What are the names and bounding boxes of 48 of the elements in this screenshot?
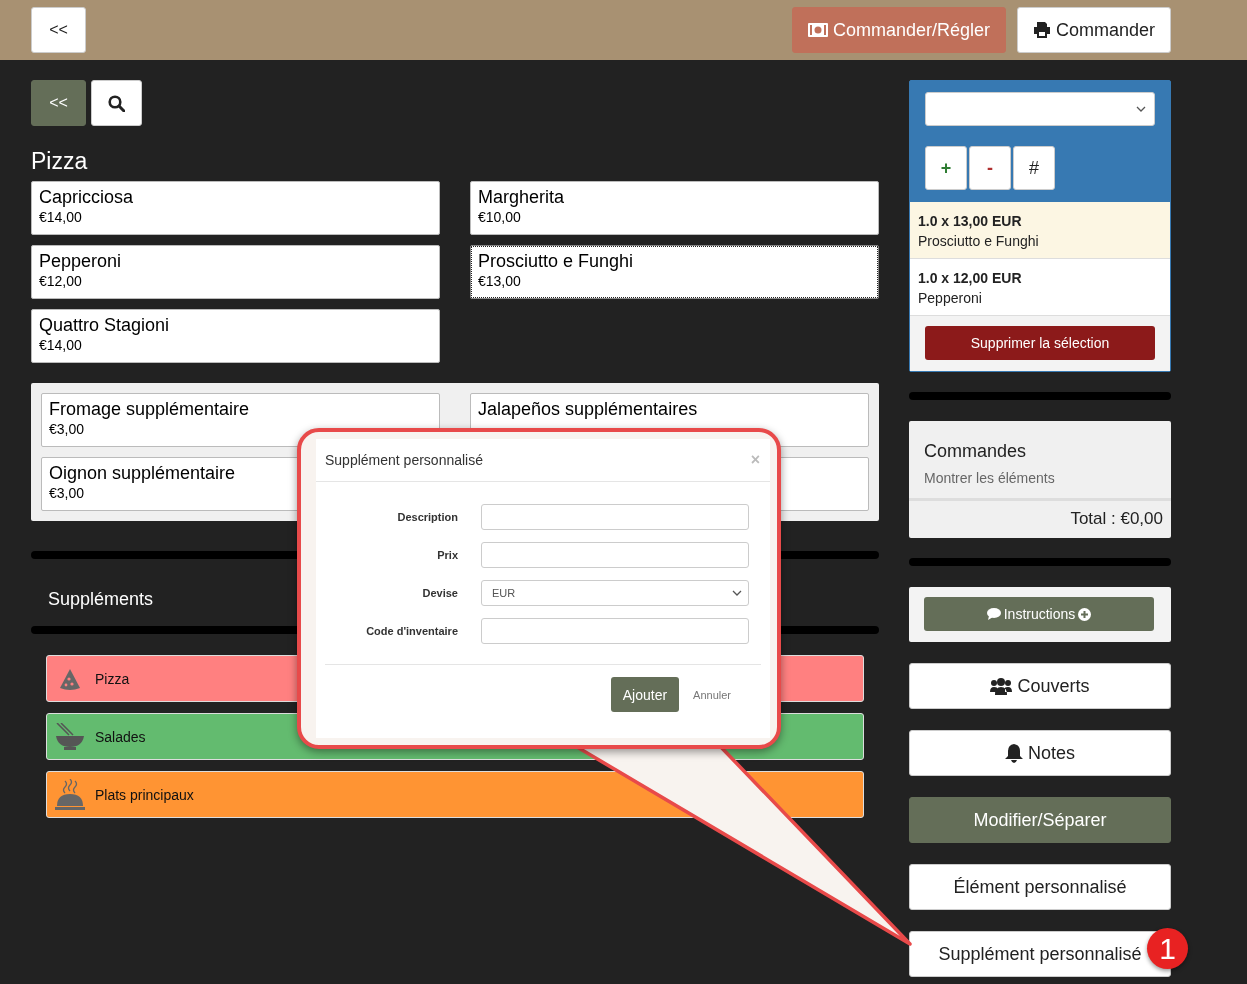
product-card[interactable]: Prosciutto e Funghi €13,00: [470, 245, 879, 299]
product-card[interactable]: Margherita €10,00: [470, 181, 879, 235]
input-field[interactable]: [481, 618, 749, 644]
total-label: Total : €0,00: [909, 498, 1171, 538]
quantity-button[interactable]: +: [925, 146, 967, 190]
panel-title: Commandes: [923, 440, 1028, 462]
step-badge: 1: [1147, 928, 1188, 969]
speech-bubble-icon: [986, 608, 1001, 620]
section-title: Suppléments: [48, 589, 154, 609]
action-button[interactable]: Élément personnalisé: [909, 864, 1171, 910]
field-label: Code d'inventaire: [365, 625, 458, 637]
field-label: Description: [396, 511, 458, 523]
product-card[interactable]: Quattro Stagioni €14,00: [31, 309, 440, 363]
back-button[interactable]: <<: [31, 80, 86, 126]
plus-circle-icon: [1078, 607, 1092, 621]
currency-select[interactable]: EUR: [481, 580, 749, 606]
instructions-button[interactable]: Instructions: [924, 597, 1154, 631]
chevron-down-icon: [732, 590, 742, 596]
dropdown[interactable]: [925, 92, 1155, 126]
search-button[interactable]: [91, 80, 142, 126]
order-button[interactable]: Commander: [1016, 7, 1171, 53]
bell-icon: [1005, 743, 1023, 763]
printer-icon: [1032, 22, 1051, 38]
product-card[interactable]: Pepperoni €12,00: [31, 245, 440, 299]
bowl-chopsticks-icon: [55, 722, 85, 751]
field-label: Prix: [436, 549, 458, 561]
input-field[interactable]: [481, 542, 749, 568]
banknote-icon: [807, 23, 828, 37]
cancel-link[interactable]: Annuler: [693, 688, 731, 701]
show-items-link[interactable]: Montrer les éléments: [909, 462, 1070, 498]
delete-selection-button[interactable]: Supprimer la sélection: [925, 326, 1155, 360]
category-title: Pizza: [31, 148, 89, 175]
users-icon: [990, 677, 1013, 695]
quantity-button[interactable]: #: [1013, 146, 1055, 190]
action-button[interactable]: Couverts: [909, 663, 1171, 709]
product-card[interactable]: Capricciosa €14,00: [31, 181, 440, 235]
search-icon: [108, 94, 125, 112]
input-field[interactable]: [481, 504, 749, 530]
add-button[interactable]: Ajouter: [610, 677, 680, 712]
field-label: Devise: [421, 587, 458, 599]
serving-cloche-icon: [55, 778, 85, 811]
action-button[interactable]: Notes: [909, 730, 1171, 776]
quantity-button[interactable]: -: [969, 146, 1011, 190]
chevron-down-icon: [1136, 106, 1146, 112]
back-button[interactable]: <<: [31, 7, 86, 53]
pizza-slice-icon: [59, 667, 81, 690]
action-button[interactable]: Modifier/Séparer: [909, 797, 1171, 843]
order-pay-button[interactable]: Commander/Régler: [791, 7, 1006, 53]
